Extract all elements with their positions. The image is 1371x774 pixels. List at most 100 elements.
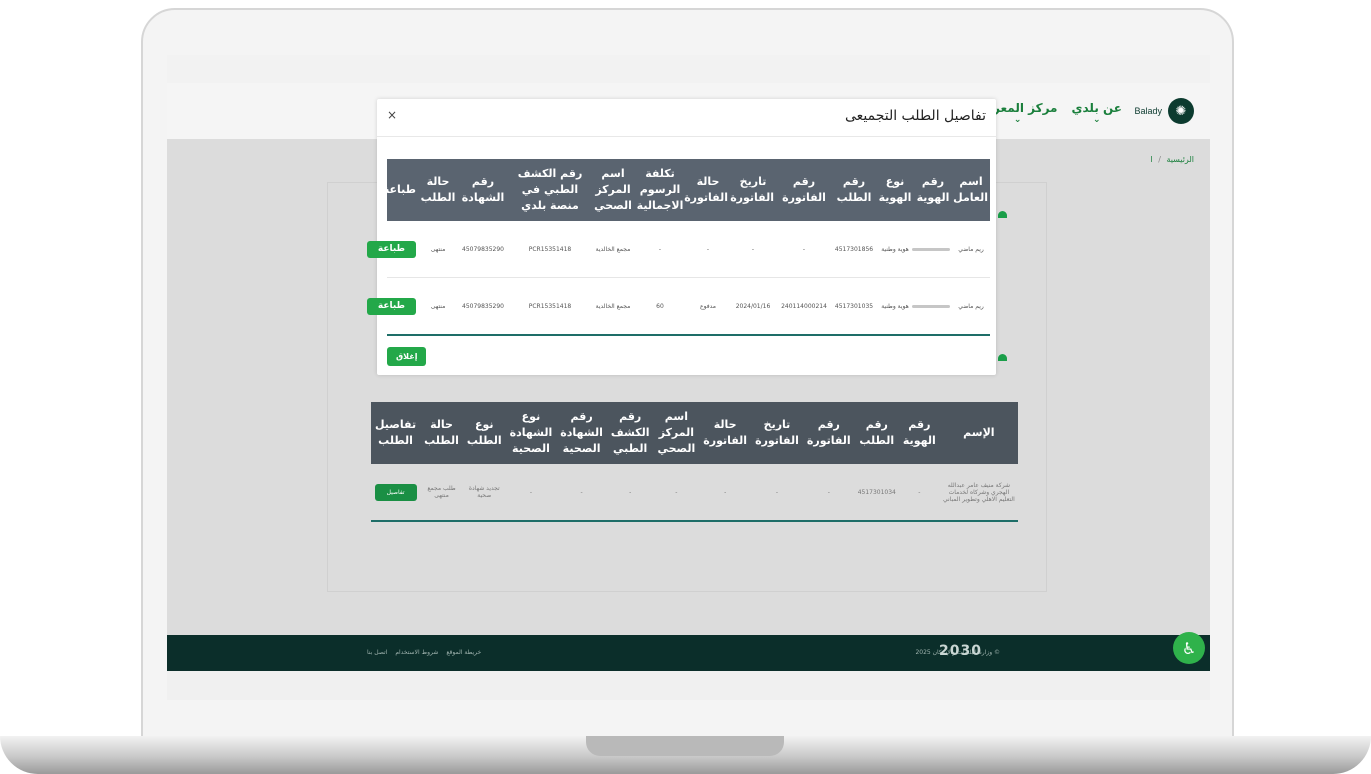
table-cell: PCR15351418 <box>508 277 592 336</box>
column-header: حالة الطلب <box>418 159 458 221</box>
table-cell: هوية وطنية <box>876 221 914 278</box>
nav-item-about[interactable]: عن بلدي ⌄ <box>1071 101 1122 125</box>
table-cell: - <box>606 464 654 522</box>
close-button[interactable]: إغلاق <box>387 347 427 366</box>
table-cell: هوية وطنية <box>876 277 914 336</box>
breadcrumb-home[interactable]: الرئيسية <box>1166 155 1194 164</box>
table-row: شركة منيف عامر عبدالله الهجري وشركاه لخد… <box>371 464 1018 522</box>
table-cell: 60 <box>634 277 686 336</box>
table-cell: 4517301035 <box>832 277 876 336</box>
table-cell: - <box>776 221 832 278</box>
column-header: رقم الشهادة الصحية <box>556 402 607 464</box>
top-strip <box>167 55 1210 83</box>
column-header: رقم الكشف الطبي في منصة بلدي <box>508 159 592 221</box>
table-cell: طباعة <box>366 277 418 336</box>
table-cell: مجمع الخالدية <box>592 277 634 336</box>
section-icon <box>998 211 1007 218</box>
laptop-notch <box>586 736 784 756</box>
table-cell: PCR15351418 <box>508 221 592 278</box>
screen: Balady ✺ عن بلدي ⌄ مركز المعرفة ⌄ الرئيس… <box>167 55 1210 700</box>
close-icon[interactable]: × <box>387 108 397 122</box>
table-cell: 240114000214 <box>776 277 832 336</box>
table-cell: تجديد شهادة صحية <box>462 464 506 522</box>
modal-divider <box>377 136 996 137</box>
column-header: نوع الشهادة الصحية <box>505 402 557 464</box>
details-button[interactable]: تفاصيل <box>374 483 417 501</box>
table-cell: شركة منيف عامر عبدالله الهجري وشركاه لخد… <box>939 464 1018 522</box>
column-header: رقم الهوية <box>914 159 952 221</box>
column-header: نوع الطلب <box>462 402 506 464</box>
breadcrumb-current: ا <box>1150 155 1153 164</box>
table-cell: ريم ماضي <box>952 221 990 278</box>
footer-link-terms[interactable]: شروط الاستخدام <box>395 649 438 656</box>
column-header: نوع الهوية <box>876 159 914 221</box>
section-icon <box>998 354 1007 361</box>
column-header: رقم الشهادة <box>458 159 508 221</box>
column-header: رقم الطلب <box>854 402 899 464</box>
table-cell: - <box>699 464 752 522</box>
column-header: اسم العامل <box>952 159 990 221</box>
table-cell: - <box>634 221 686 278</box>
table-cell: - <box>751 464 803 522</box>
column-header: اسم المركز الصحي <box>592 159 634 221</box>
column-header: تاريخ الفاتورة <box>730 159 776 221</box>
table-cell: 45079835290 <box>458 221 508 278</box>
table-cell: طلب مجمع منتهى <box>420 464 463 522</box>
table-cell: مجمع الخالدية <box>592 221 634 278</box>
table-cell: 45079835290 <box>458 277 508 336</box>
breadcrumb: الرئيسية / ا <box>1150 155 1194 164</box>
table-cell: - <box>898 464 940 522</box>
footer-links: خريطة الموقع شروط الاستخدام اتصل بنا <box>367 649 481 656</box>
column-header: حالة الفاتورة <box>684 159 730 221</box>
table-cell: 2024/01/16 <box>730 277 776 336</box>
nav-item-label: عن بلدي <box>1071 101 1122 115</box>
column-header: حالة الطلب <box>420 402 463 464</box>
table-cell <box>912 221 952 278</box>
workers-table: اسم العامل رقم الهوية نوع الهوية رقم الط… <box>366 159 990 336</box>
table-row: ريم ماضي هوية وطنية 4517301856 - - - - م… <box>366 221 990 278</box>
request-details-modal: تفاصيل الطلب التجميعى × اسم العامل رقم ا… <box>366 99 996 375</box>
table-cell <box>912 277 952 336</box>
footer-link-contact[interactable]: اتصل بنا <box>367 649 387 656</box>
table-cell: منتهى <box>418 277 458 336</box>
table-cell: - <box>556 464 607 522</box>
main-nav: عن بلدي ⌄ مركز المعرفة ⌄ <box>978 101 1122 125</box>
logo-emblem-icon: ✺ <box>1168 98 1194 124</box>
column-header: تاريخ الفاتورة <box>751 402 803 464</box>
table-cell: - <box>505 464 557 522</box>
table-cell: تفاصيل <box>371 464 421 522</box>
table-cell: - <box>653 464 700 522</box>
breadcrumb-separator: / <box>1158 155 1161 164</box>
table-cell: - <box>730 221 776 278</box>
column-header: حالة الفاتورة <box>699 402 752 464</box>
footer-link-sitemap[interactable]: خريطة الموقع <box>446 649 481 656</box>
masked-id <box>912 304 950 308</box>
table-cell: منتهى <box>418 221 458 278</box>
table-cell: 4517301034 <box>854 464 899 522</box>
bottom-strip <box>167 671 1210 700</box>
accessibility-icon[interactable]: ♿ <box>1173 632 1205 664</box>
requests-table: الإسم رقم الهوية رقم الطلب رقم الفاتورة … <box>371 402 1018 522</box>
table-cell: طباعة <box>366 221 418 278</box>
table-cell: - <box>802 464 855 522</box>
table-cell: مدفوع <box>686 277 730 336</box>
column-header: الإسم <box>939 402 1018 464</box>
modal-table-wrapper: اسم العامل رقم الهوية نوع الهوية رقم الط… <box>366 159 990 336</box>
modal-title: تفاصيل الطلب التجميعى <box>844 108 986 124</box>
masked-id <box>912 247 950 251</box>
print-button[interactable]: طباعة <box>366 297 416 315</box>
column-header: رقم الطلب <box>832 159 876 221</box>
column-header: اسم المركز الصحي <box>653 402 700 464</box>
logo-text: Balady <box>1134 106 1162 116</box>
chevron-down-icon: ⌄ <box>1092 115 1101 125</box>
column-header: طباعة <box>383 159 418 221</box>
column-header: رقم الكشف الطبي <box>606 402 654 464</box>
column-header: رقم الفاتورة <box>802 402 855 464</box>
balady-logo[interactable]: Balady ✺ <box>1134 98 1194 124</box>
table-row: ريم ماضي هوية وطنية 4517301035 240114000… <box>366 277 990 336</box>
table-cell: 4517301856 <box>832 221 876 278</box>
table-cell: - <box>686 221 730 278</box>
site-footer: خريطة الموقع شروط الاستخدام اتصل بنا © و… <box>167 635 1210 671</box>
column-header: تكلفة الرسوم الاجمالية <box>634 159 686 221</box>
print-button[interactable]: طباعة <box>366 240 416 258</box>
